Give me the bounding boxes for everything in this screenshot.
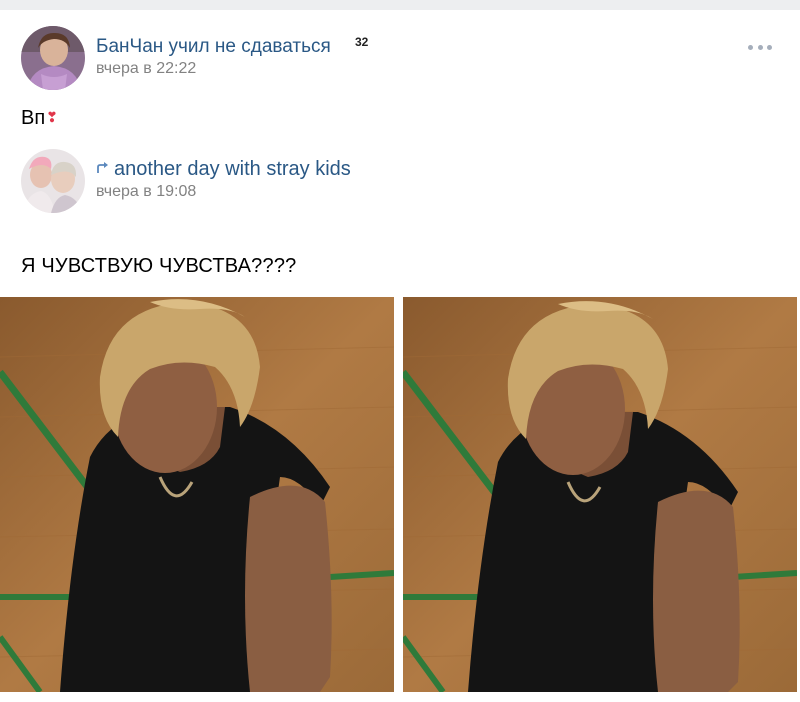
more-options-button[interactable] — [744, 38, 776, 56]
more-horizontal-icon — [748, 44, 753, 50]
repost-time[interactable]: вчера в 19:08 — [96, 183, 196, 201]
repost-text: Я ЧУВСТВУЮ ЧУВСТВА???? — [21, 255, 297, 277]
attached-photo-1[interactable] — [0, 297, 394, 692]
post-time[interactable]: вчера в 22:22 — [96, 60, 196, 78]
author-badge: 32 — [355, 35, 369, 49]
post-text: Вп❣ — [21, 107, 58, 130]
repost-source-name: another day with stray kids — [114, 158, 351, 180]
repost-source-link[interactable]: another day with stray kids — [96, 157, 351, 181]
more-dot — [757, 44, 763, 50]
attached-photo-2[interactable] — [403, 297, 797, 692]
more-dot — [767, 44, 772, 50]
author-name[interactable]: БанЧан учил не сдаваться — [96, 36, 331, 58]
heart-exclamation-icon: ❣ — [46, 109, 58, 125]
repost-source-avatar[interactable] — [21, 149, 85, 213]
post-text-content: Вп — [21, 107, 46, 129]
repost-arrow-icon — [96, 157, 110, 180]
top-bar — [0, 0, 800, 10]
author-avatar[interactable] — [21, 26, 85, 90]
